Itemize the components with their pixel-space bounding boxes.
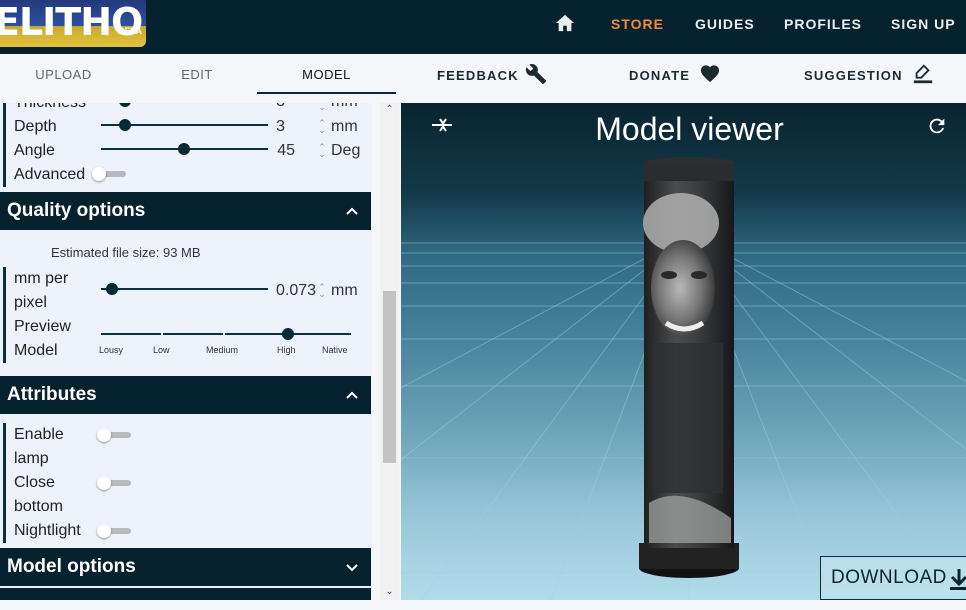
chevron-up-icon: [346, 391, 358, 399]
mm-per-pixel-label-line2: pixel: [14, 294, 47, 311]
wrench-icon: [525, 64, 547, 85]
viewer-scene: [401, 157, 966, 600]
advanced-label: Advanced: [3, 163, 85, 187]
thickness-slider-knob[interactable]: [119, 103, 131, 107]
estimated-file-size: Estimated file size: 93 MB: [51, 245, 201, 260]
preview-slider-knob[interactable]: [282, 328, 294, 340]
scroll-thumb[interactable]: [383, 291, 396, 463]
logo-text: ELITHO: [0, 0, 143, 44]
angle-spinner[interactable]: ⌃ ⌄: [317, 143, 327, 159]
settings-scrollbar[interactable]: ⌃ ⌄: [380, 103, 399, 600]
edit-pencil-icon: [913, 64, 933, 84]
enable-lamp-label: Enable lamp: [3, 423, 64, 471]
refresh-icon[interactable]: [926, 115, 948, 137]
thickness-unit: mm: [331, 103, 358, 111]
mm-per-pixel-slider-track[interactable]: [101, 288, 268, 290]
depth-spinner[interactable]: ⌃ ⌄: [317, 119, 327, 135]
next-section-header: [0, 588, 371, 600]
close-bottom-label-line1: Close: [14, 474, 55, 491]
mm-per-pixel-slider-knob[interactable]: [106, 283, 118, 295]
preview-level-high[interactable]: High: [277, 345, 296, 355]
model-options-header[interactable]: Model options: [0, 548, 371, 586]
chevron-down-icon: [346, 564, 358, 572]
download-label: DOWNLOAD: [831, 567, 947, 588]
enable-lamp-label-line1: Enable: [14, 426, 64, 443]
preview-slider-segment[interactable]: [225, 333, 287, 335]
nightlight-label: Nightlight: [3, 519, 81, 543]
suggestion-label: SUGGESTION: [804, 68, 903, 83]
model-viewer[interactable]: Model viewer DOWNLOAD: [401, 103, 966, 600]
bottom-strip: [0, 600, 966, 610]
scroll-up-arrow[interactable]: ⌃: [384, 105, 395, 115]
scroll-down-arrow[interactable]: ⌄: [384, 587, 395, 597]
feedback-button[interactable]: FEEDBACK: [437, 61, 549, 91]
enable-lamp-toggle[interactable]: [97, 428, 131, 442]
quality-options-title: Quality options: [7, 200, 146, 221]
angle-unit: Deg: [331, 142, 361, 159]
suggestion-button[interactable]: SUGGESTION: [804, 61, 936, 91]
nightlight-toggle[interactable]: [97, 524, 131, 538]
home-icon[interactable]: [554, 13, 576, 33]
donate-button[interactable]: DONATE: [629, 61, 724, 91]
chevron-up-icon: [346, 207, 358, 215]
thickness-label: Thickness: [3, 103, 86, 115]
nav-profiles-link[interactable]: PROFILES: [784, 16, 862, 32]
preview-slider-segment[interactable]: [289, 333, 351, 335]
donate-label: DONATE: [629, 68, 691, 83]
feedback-label: FEEDBACK: [437, 68, 519, 83]
lithophane-model: [639, 157, 739, 578]
tab-edit[interactable]: EDIT: [127, 54, 267, 96]
top-nav: ELITHO BETA STORE GUIDES PROFILES SIGN U…: [0, 0, 966, 54]
preview-level-low[interactable]: Low: [153, 345, 170, 355]
thickness-spinner[interactable]: ⌃⌄: [317, 103, 327, 112]
preview-level-native[interactable]: Native: [322, 345, 348, 355]
close-bottom-label-line2: bottom: [14, 498, 63, 515]
enable-lamp-label-line2: lamp: [14, 450, 49, 467]
depth-unit: mm: [331, 118, 358, 135]
depth-label: Depth: [3, 115, 57, 139]
tab-upload[interactable]: UPLOAD: [0, 54, 127, 96]
nav-store-link[interactable]: STORE: [611, 16, 664, 32]
mm-per-pixel-unit: mm: [331, 282, 358, 299]
thickness-value[interactable]: 3: [245, 103, 285, 111]
mm-per-pixel-spinner[interactable]: ⌃ ⌄: [317, 283, 327, 299]
depth-slider-knob[interactable]: [119, 119, 131, 131]
angle-label: Angle: [3, 139, 55, 163]
download-button[interactable]: DOWNLOAD: [820, 556, 966, 600]
preview-level-lousy[interactable]: Lousy: [99, 345, 123, 355]
attributes-title: Attributes: [7, 384, 97, 405]
active-tab-indicator: [257, 92, 396, 94]
preview-model-label-line2: Model: [14, 342, 58, 359]
preview-slider-segment[interactable]: [163, 333, 223, 335]
quality-options-header[interactable]: Quality options: [0, 192, 371, 230]
depth-value[interactable]: 3: [245, 118, 285, 136]
nav-signup-link[interactable]: SIGN UP: [891, 16, 956, 32]
attributes-header[interactable]: Attributes: [0, 376, 371, 414]
close-bottom-toggle[interactable]: [97, 476, 131, 490]
viewer-title: Model viewer: [595, 111, 784, 147]
mm-per-pixel-label: mm per pixel: [3, 267, 68, 315]
mm-per-pixel-value[interactable]: 0.073: [276, 282, 316, 300]
preview-slider-segment[interactable]: [101, 333, 161, 335]
angle-value[interactable]: 45: [255, 142, 295, 160]
settings-panel: Thickness 3 ⌃⌄ mm Depth 3 ⌃⌄ mm Angle 45…: [0, 103, 372, 600]
close-bottom-label: Close bottom: [3, 471, 63, 519]
download-icon: [950, 569, 966, 590]
preview-model-label-line1: Preview: [14, 318, 71, 335]
mm-per-pixel-label-line1: mm per: [14, 270, 69, 287]
brand-logo[interactable]: ELITHO BETA: [0, 0, 146, 47]
beta-badge: BETA: [118, 26, 142, 36]
preview-level-medium[interactable]: Medium: [206, 345, 238, 355]
advanced-toggle[interactable]: [92, 167, 126, 181]
nav-guides-link[interactable]: GUIDES: [695, 16, 755, 32]
angle-slider-knob[interactable]: [178, 143, 190, 155]
tab-model[interactable]: MODEL: [257, 54, 396, 96]
preview-model-label: Preview Model: [3, 315, 71, 363]
model-options-title: Model options: [7, 556, 136, 577]
heart-icon: [700, 65, 720, 83]
